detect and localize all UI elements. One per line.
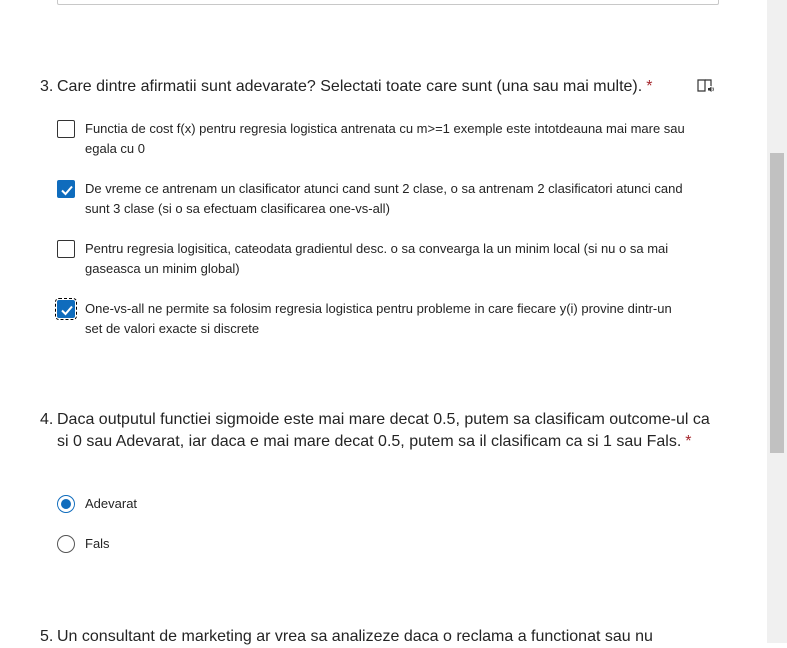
question-4: 4. Daca outputul functiei sigmoide este … xyxy=(40,409,720,553)
option-checkbox-3[interactable]: Pentru regresia logisitica, cateodata gr… xyxy=(57,239,685,279)
question-number: 5. xyxy=(40,628,54,645)
checkbox[interactable] xyxy=(57,120,75,138)
option-checkbox-4[interactable]: One-vs-all ne permite sa folosim regresi… xyxy=(55,298,685,339)
question-3: 3. Care dintre afirmatii sunt adevarate?… xyxy=(40,76,720,336)
required-mark: * xyxy=(685,433,692,450)
option-label: Functia de cost f(x) pentru regresia log… xyxy=(85,121,685,156)
option-checkbox-2[interactable]: De vreme ce antrenam un clasificator atu… xyxy=(57,179,685,219)
checkbox-checked[interactable] xyxy=(55,298,77,320)
scrollbar-thumb[interactable] xyxy=(770,153,784,453)
question-3-title: 3. Care dintre afirmatii sunt adevarate?… xyxy=(40,76,720,98)
previous-answer-field[interactable] xyxy=(57,0,719,5)
checkbox-checked[interactable] xyxy=(57,180,75,198)
question-4-title: 4. Daca outputul functiei sigmoide este … xyxy=(40,409,720,453)
question-5: 5. Un consultant de marketing ar vrea sa… xyxy=(40,626,720,648)
question-text: Care dintre afirmatii sunt adevarate? Se… xyxy=(57,78,643,95)
checkmark-icon xyxy=(61,185,73,196)
question-text: Daca outputul functiei sigmoide este mai… xyxy=(57,411,710,450)
option-label: Fals xyxy=(85,536,110,551)
question-number: 3. xyxy=(40,78,54,95)
option-label: Adevarat xyxy=(85,496,138,511)
question-5-title: 5. Un consultant de marketing ar vrea sa… xyxy=(40,626,720,648)
question-number: 4. xyxy=(40,411,54,428)
checkmark-icon xyxy=(61,305,73,316)
option-label: De vreme ce antrenam un clasificator atu… xyxy=(85,181,683,216)
option-label: Pentru regresia logisitica, cateodata gr… xyxy=(85,241,669,276)
option-radio-fals[interactable]: Fals xyxy=(57,534,685,554)
radio[interactable] xyxy=(57,535,75,553)
checkbox[interactable] xyxy=(57,240,75,258)
immersive-reader-icon[interactable] xyxy=(697,78,715,94)
option-label: One-vs-all ne permite sa folosim regresi… xyxy=(85,301,672,336)
radio-selected[interactable] xyxy=(57,495,75,513)
option-radio-adevarat[interactable]: Adevarat xyxy=(57,494,685,514)
scrollbar-track[interactable] xyxy=(767,0,787,643)
required-mark: * xyxy=(646,78,653,95)
question-text: Un consultant de marketing ar vrea sa an… xyxy=(57,628,653,645)
option-checkbox-1[interactable]: Functia de cost f(x) pentru regresia log… xyxy=(57,119,685,159)
